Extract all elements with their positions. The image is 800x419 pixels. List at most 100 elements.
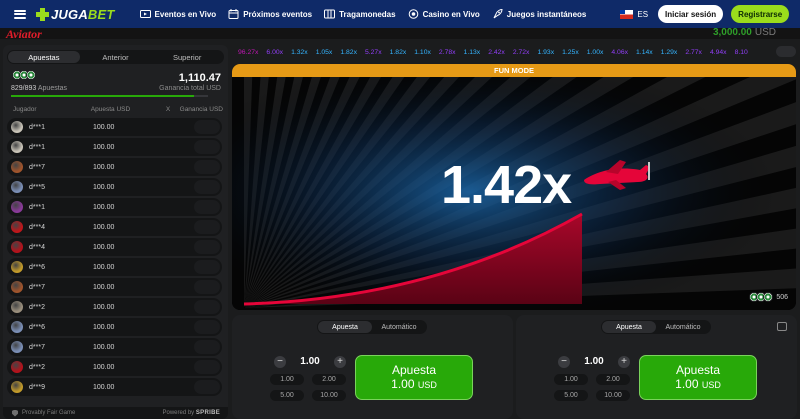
avatar — [763, 292, 774, 302]
player-name: d***7 — [29, 283, 45, 291]
nav-links: Eventos en Vivo Próximos eventos Tragamone… — [139, 9, 599, 19]
bet-amount-input[interactable]: 1.00 — [300, 356, 319, 367]
table-row: d***2 100.00 — [7, 298, 222, 316]
player-name: d***1 — [29, 123, 45, 131]
game-header — [0, 28, 800, 39]
bet-amount-input[interactable]: 1.00 — [584, 356, 603, 367]
quick-amount-button[interactable]: 2.00 — [312, 374, 346, 385]
avatar — [11, 141, 23, 153]
table-row: d***7 100.00 — [7, 278, 222, 296]
spribe-logo: SPRIBE — [195, 410, 220, 416]
history-multiplier: 4.94x — [709, 48, 727, 56]
nav-link-1[interactable]: Eventos en Vivo — [139, 9, 217, 19]
nav-link-2[interactable]: Próximos eventos — [228, 9, 312, 19]
bet-amount: 100.00 — [93, 143, 115, 151]
bet-amount: 100.00 — [93, 323, 115, 331]
place-bet-button[interactable]: Apuesta 1.00 USD — [639, 355, 757, 400]
tab-anterior[interactable]: Anterior — [80, 51, 152, 63]
bet-mode-tabs: Apuesta Automático — [601, 320, 711, 334]
avatar — [11, 301, 23, 313]
bet-button-label: Apuesta — [675, 363, 721, 377]
bets-progress-bar — [11, 95, 208, 97]
bets-count-label: Apuestas — [37, 85, 68, 92]
nav-link-5[interactable]: Juegos instantáneos — [492, 9, 586, 19]
win-cell — [194, 360, 220, 374]
menu-icon[interactable] — [14, 9, 26, 19]
progress-fill — [11, 95, 195, 97]
register-button[interactable]: Registrarse — [731, 5, 790, 23]
brand-logo[interactable]: JUGA BET — [36, 7, 115, 22]
player-name: d***5 — [29, 183, 45, 191]
history-multiplier: 1.82x — [389, 48, 407, 56]
column-player: Jugador — [13, 106, 37, 113]
player-name: d***6 — [29, 263, 45, 271]
powered-by-label: Powered by — [162, 410, 195, 416]
win-cell — [194, 180, 220, 194]
history-multiplier: 1.93x — [537, 48, 555, 56]
bet-button-amount: 1.00 USD — [391, 377, 437, 392]
bet-amount-stepper: − 1.00 + — [274, 354, 346, 369]
history-dropdown-button[interactable] — [776, 46, 796, 57]
nav-link-4[interactable]: Casino en Vivo — [408, 9, 480, 19]
history-multiplier: 8.10 — [734, 48, 748, 56]
win-cell — [194, 120, 220, 134]
remove-panel-icon[interactable] — [777, 322, 787, 331]
win-cell — [194, 160, 220, 174]
tab-apuestas[interactable]: Apuestas — [8, 51, 80, 63]
tab-bet[interactable]: Apuesta — [318, 321, 372, 333]
provably-fair-link[interactable]: Provably Fair Game — [22, 410, 75, 416]
chile-flag-icon[interactable] — [620, 9, 634, 19]
nav-link-3[interactable]: Tragamonedas — [324, 9, 396, 19]
online-players: 506 — [749, 292, 788, 302]
bet-amount: 100.00 — [93, 283, 115, 291]
table-row: d***1 100.00 — [7, 198, 222, 216]
history-multiplier: 1.32x — [291, 48, 308, 56]
quick-amount-button[interactable]: 10.00 — [312, 390, 346, 401]
bet-panel-2: Apuesta Automático −1.00 +1.00 2.00 5.00 10.00… — [516, 315, 797, 419]
login-button[interactable]: Iniciar sesión — [658, 5, 724, 23]
decrease-button[interactable]: − — [558, 355, 570, 368]
balance-display: 3,000.00 USD — [713, 27, 776, 38]
avatar — [11, 161, 23, 173]
avatar — [11, 281, 23, 293]
bets-list: d***1 100.00 d***1 100.00 d***7 100.00 d***5 10… — [3, 118, 228, 396]
increase-button[interactable]: + — [618, 355, 630, 368]
table-row: d***2 100.00 — [7, 358, 222, 376]
quick-amount-button[interactable]: 10.00 — [596, 390, 630, 401]
language-selector[interactable]: ES — [637, 10, 648, 19]
player-name: d***7 — [29, 343, 45, 351]
tab-superior[interactable]: Superior — [151, 51, 223, 63]
bet-amount: 100.00 — [93, 123, 115, 131]
tab-bet[interactable]: Apuesta — [602, 321, 656, 333]
avatar — [11, 361, 23, 373]
place-bet-button[interactable]: Apuesta 1.00 USD — [355, 355, 473, 400]
history-multiplier: 1.25x — [562, 48, 579, 56]
bet-button-value: 1.00 — [391, 377, 415, 391]
quick-amount-button[interactable]: 2.00 — [596, 374, 630, 385]
nav-link-label: Eventos en Vivo — [154, 9, 217, 19]
history-multiplier: 2.78x — [438, 48, 456, 56]
history-multiplier: 1.00x — [586, 48, 604, 56]
tab-auto[interactable]: Automático — [656, 321, 710, 333]
player-name: d***2 — [29, 303, 45, 311]
player-name: d***9 — [29, 383, 45, 391]
balance-amount: 3,000.00 — [712, 27, 752, 38]
quick-amount-button[interactable]: 5.00 — [554, 390, 588, 401]
win-cell — [194, 200, 220, 214]
quick-amount-button[interactable]: 5.00 — [270, 390, 304, 401]
avatar — [11, 381, 23, 393]
slot-machine-icon — [324, 9, 339, 19]
tab-auto[interactable]: Automático — [372, 321, 426, 333]
history-multiplier: 1.82x — [340, 48, 357, 56]
fun-mode-banner: FUN MODE — [232, 64, 796, 77]
avatar — [11, 261, 23, 273]
avatar — [11, 221, 23, 233]
quick-amount-button[interactable]: 1.00 — [554, 374, 588, 385]
quick-amount-button[interactable]: 1.00 — [270, 374, 304, 385]
column-multiplier: X — [165, 106, 171, 113]
avatar — [11, 341, 23, 353]
bet-amount: 100.00 — [93, 243, 115, 251]
decrease-button[interactable]: − — [274, 355, 286, 368]
bets-summary: 829/893 Apuestas 1,110.47 Ganancia total… — [3, 64, 228, 102]
increase-button[interactable]: + — [334, 355, 346, 368]
